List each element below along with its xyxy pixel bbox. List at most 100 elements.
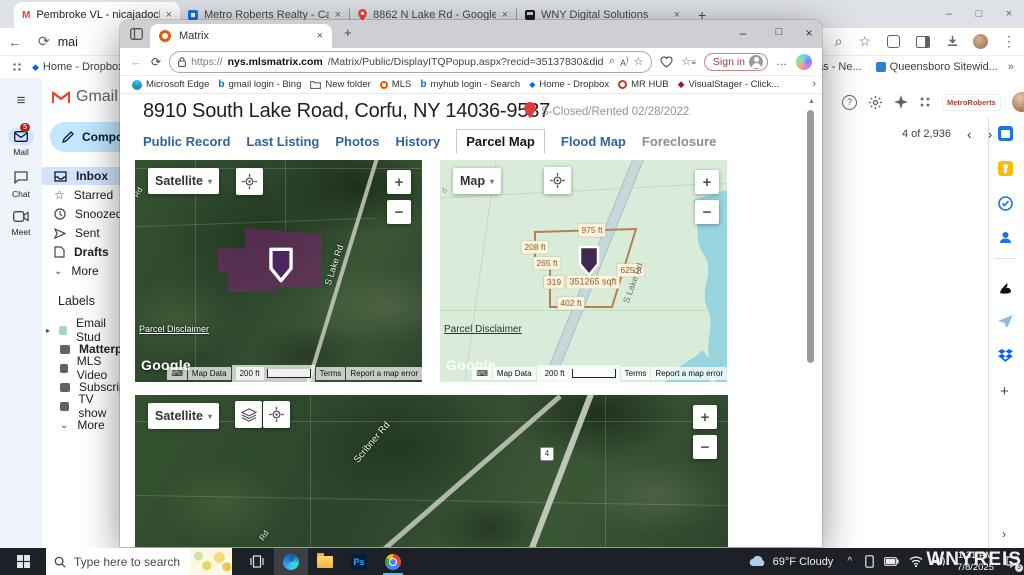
my-location-button[interactable] <box>236 168 263 195</box>
label-item-mls-video[interactable]: MLS Video <box>60 359 122 377</box>
contacts-panel-icon[interactable] <box>998 230 1013 250</box>
zoom-out-button[interactable]: − <box>387 200 411 224</box>
copilot-icon[interactable] <box>796 54 812 70</box>
favorite-item[interactable]: bmyhub login - Search <box>420 79 520 90</box>
chrome-close-button[interactable]: × <box>994 0 1024 28</box>
newer-chevron-icon[interactable]: ‹ <box>967 126 972 142</box>
zoom-in-button[interactable]: + <box>387 170 411 194</box>
favorite-star-icon[interactable]: ☆ <box>633 55 643 68</box>
map-data-link[interactable]: Map Data <box>188 367 231 380</box>
hamburger-menu-icon[interactable]: ≡ <box>0 92 42 109</box>
parcel-disclaimer-link[interactable]: Parcel Disclaimer <box>139 324 209 334</box>
tasks-panel-icon[interactable] <box>998 196 1013 216</box>
get-addons-plus-icon[interactable]: + <box>1000 383 1009 400</box>
rail-item-mail[interactable]: 5 Mail <box>0 128 42 157</box>
paper-plane-addon-icon[interactable] <box>998 315 1013 333</box>
keep-panel-icon[interactable] <box>998 161 1013 176</box>
tab-public-record[interactable]: Public Record <box>143 134 230 149</box>
google-apps-grid-icon[interactable] <box>919 96 931 108</box>
reload-icon[interactable]: ⟳ <box>30 33 58 50</box>
favorite-item[interactable]: bgmail login - Bing <box>218 79 301 90</box>
bookmark-item[interactable]: Home - Dropbox <box>43 61 124 73</box>
taskbar-explorer-app[interactable] <box>308 548 342 575</box>
edge-maximize-button[interactable]: □ <box>764 26 794 38</box>
bird-addon-icon[interactable] <box>998 281 1013 300</box>
apps-grid-icon[interactable] <box>12 62 22 72</box>
sidebar-item-more[interactable]: ⌄ More <box>54 262 99 280</box>
favorite-item[interactable]: ◆Home - Dropbox <box>529 79 609 90</box>
tab-foreclosure[interactable]: Foreclosure <box>642 134 716 149</box>
favorite-item[interactable]: New folder <box>310 79 370 90</box>
tab-flood-map[interactable]: Flood Map <box>561 134 626 149</box>
map-type-button[interactable]: Map▾ <box>453 168 501 194</box>
satellite-parcel-map[interactable]: S Lake Rd Rd Satellite▾ + − Parcel Discl… <box>135 160 422 382</box>
settings-gear-icon[interactable] <box>868 95 883 110</box>
expand-arrow-icon[interactable]: ▸ <box>46 326 50 335</box>
reload-icon[interactable]: ⟳ <box>151 55 161 69</box>
bookmarks-overflow-icon[interactable]: » <box>1008 61 1014 73</box>
label-item-email-studio[interactable]: ▸ Email Stud <box>46 321 122 339</box>
search-icon[interactable]: ⌕ <box>827 33 851 50</box>
sidebar-item-starred[interactable]: ☆ Starred <box>54 186 113 204</box>
wide-satellite-map[interactable]: Scribner Rd Rd 4 Satellite▾ + − <box>135 395 728 547</box>
terms-link[interactable]: Terms <box>621 367 651 380</box>
sidebar-item-drafts[interactable]: Drafts <box>54 243 109 261</box>
map-data-link[interactable]: Map Data <box>493 367 536 380</box>
gemini-sparkle-icon[interactable] <box>894 95 908 109</box>
edge-minimize-button[interactable]: – <box>728 26 758 40</box>
collapse-panel-chevron-icon[interactable]: › <box>1002 527 1006 541</box>
edge-close-button[interactable]: × <box>796 26 822 40</box>
wifi-icon[interactable] <box>909 556 923 567</box>
side-panel-icon[interactable] <box>916 36 930 48</box>
edge-new-tab-icon[interactable]: + <box>344 25 352 40</box>
keyboard-icon[interactable]: ⌨ <box>167 367 187 380</box>
tray-show-hidden-icon[interactable]: ^ <box>847 556 852 567</box>
report-error-link[interactable]: Report a map error <box>651 367 727 380</box>
bookmark-item[interactable]: as - Ne... <box>817 61 862 73</box>
report-error-link[interactable]: Report a map error <box>346 367 422 380</box>
account-avatar[interactable] <box>1012 92 1024 112</box>
taskbar-chrome-app[interactable] <box>376 548 410 575</box>
favorites-bar-icon[interactable]: ☆≡ <box>681 55 696 68</box>
calendar-panel-icon[interactable] <box>998 126 1013 141</box>
layers-button[interactable] <box>235 401 262 428</box>
tab-photos[interactable]: Photos <box>335 134 379 149</box>
back-icon[interactable]: ← <box>130 54 143 69</box>
measurement-map[interactable]: 975 ft 208 ft 265 ft 319 351265 sqft 402… <box>440 160 727 382</box>
label-item-tv-show[interactable]: TV show <box>60 397 122 415</box>
bookmark-item[interactable]: Queensboro Sitewid... <box>890 61 998 73</box>
tab-last-listing[interactable]: Last Listing <box>246 134 319 149</box>
profile-avatar[interactable] <box>973 34 988 49</box>
chrome-minimize-button[interactable]: – <box>934 0 964 28</box>
weather-text[interactable]: 69°F Cloudy <box>773 556 834 568</box>
chrome-maximize-button[interactable]: □ <box>964 0 994 28</box>
start-button[interactable] <box>0 548 46 575</box>
address-bar[interactable]: https://nys.mlsmatrix.com/Matrix/Public/… <box>169 51 652 73</box>
zoom-in-button[interactable]: + <box>695 170 719 194</box>
favorite-item[interactable]: MR HUB <box>618 79 668 90</box>
tab-history[interactable]: History <box>395 134 440 149</box>
browser-essentials-icon[interactable] <box>660 56 673 68</box>
scroll-up-arrow-icon[interactable]: ▲ <box>808 98 815 105</box>
zoom-in-button[interactable]: + <box>693 405 717 429</box>
your-phone-icon[interactable] <box>865 555 874 568</box>
favorite-item[interactable]: ◆VisualStager - Click... <box>678 79 780 90</box>
rail-item-meet[interactable]: Meet <box>0 209 42 237</box>
taskbar-search-box[interactable]: Type here to search <box>46 548 232 575</box>
tab-actions-icon[interactable] <box>130 28 143 40</box>
taskbar-photoshop-app[interactable]: Ps <box>342 548 376 575</box>
rail-item-chat[interactable]: Chat <box>0 171 42 199</box>
back-icon[interactable]: ← <box>0 34 30 50</box>
favorites-overflow-chevron-icon[interactable]: › <box>812 78 816 90</box>
zoom-out-button[interactable]: − <box>695 200 719 224</box>
read-aloud-icon[interactable]: A) <box>620 55 629 68</box>
chrome-url-text[interactable]: mai <box>58 35 78 49</box>
zoom-out-button[interactable]: − <box>693 435 717 459</box>
map-type-button[interactable]: Satellite▾ <box>148 168 219 194</box>
help-icon[interactable]: ? <box>842 95 857 110</box>
taskbar-edge-app[interactable] <box>274 548 308 575</box>
parcel-disclaimer-link[interactable]: Parcel Disclaimer <box>444 324 522 335</box>
sidebar-item-sent[interactable]: Sent <box>54 224 100 242</box>
battery-icon[interactable] <box>884 557 899 566</box>
zoom-search-icon[interactable]: ⌕ <box>609 55 615 68</box>
